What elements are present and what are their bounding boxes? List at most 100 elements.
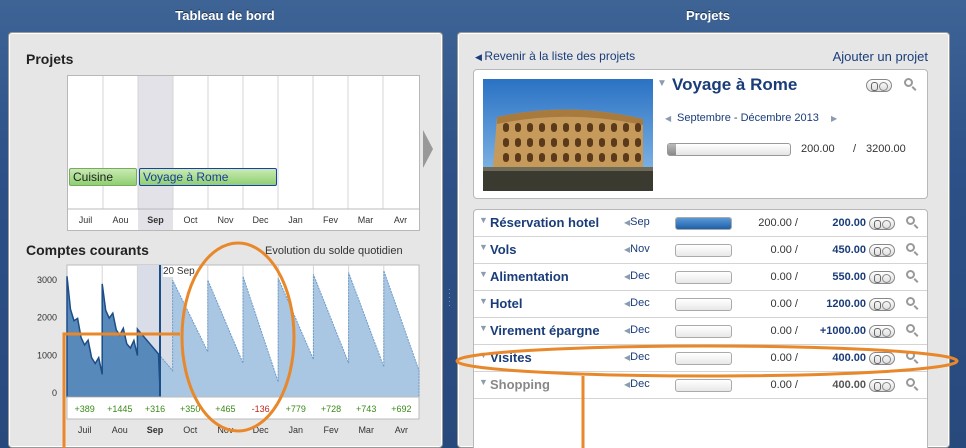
- search-icon[interactable]: [906, 243, 915, 252]
- item-month-label: Dec: [630, 270, 650, 282]
- expand-triangle-icon[interactable]: ▼: [479, 377, 488, 387]
- item-toggle[interactable]: [869, 379, 895, 392]
- back-link-label: Revenir à la liste des projets: [484, 49, 636, 63]
- item-spent: 0.00 /: [770, 298, 798, 310]
- add-project-link[interactable]: Ajouter un projet: [833, 49, 928, 64]
- item-progress: [675, 298, 732, 311]
- expand-triangle-icon[interactable]: ▼: [479, 323, 488, 333]
- project-period: Septembre - Décembre 2013: [677, 112, 819, 124]
- item-toggle[interactable]: [869, 298, 895, 311]
- chart-month-label: Aou: [112, 425, 128, 435]
- item-name: Virement épargne: [490, 323, 600, 338]
- expand-triangle-icon[interactable]: ▼: [479, 269, 488, 279]
- project-toggle[interactable]: [866, 79, 892, 92]
- monthly-delta-label: +389: [74, 404, 94, 414]
- search-icon[interactable]: [906, 351, 915, 360]
- item-name: Alimentation: [490, 269, 569, 284]
- item-spent: 200.00 /: [758, 217, 798, 229]
- chart-month-label: Sep: [147, 425, 164, 435]
- chart-month-label: Mar: [358, 425, 374, 435]
- y-tick-label: 2000: [37, 313, 57, 323]
- item-budget: 400.00: [832, 352, 866, 364]
- chart-month-label: Juil: [78, 425, 92, 435]
- item-month[interactable]: ◀Dec: [624, 324, 650, 336]
- projects-heading: Projets: [26, 51, 74, 67]
- project-progress: [667, 143, 791, 156]
- item-toggle[interactable]: [869, 217, 895, 230]
- item-progress: [675, 379, 732, 392]
- expand-triangle-icon[interactable]: ▼: [479, 350, 488, 360]
- y-tick-label: 1000: [37, 350, 57, 360]
- monthly-delta-label: +692: [391, 404, 411, 414]
- splitter-handle[interactable]: · · · · ·: [448, 286, 451, 310]
- chevron-right-icon[interactable]: [422, 129, 434, 169]
- item-spent: 0.00 /: [770, 325, 798, 337]
- monthly-delta-label: +350: [180, 404, 200, 414]
- item-month-label: Dec: [630, 297, 650, 309]
- item-progress: [675, 271, 732, 284]
- item-toggle[interactable]: [869, 352, 895, 365]
- item-progress: [675, 244, 732, 257]
- project-photo: [483, 79, 653, 191]
- item-progress-fill: [676, 218, 731, 229]
- project-bar[interactable]: Voyage à Rome: [139, 168, 277, 186]
- expand-triangle-icon[interactable]: ▼: [479, 242, 488, 252]
- project-budget: 3200.00: [866, 143, 906, 155]
- timeline-month-label: Jan: [288, 215, 303, 225]
- accounts-heading: Comptes courants: [26, 242, 149, 258]
- monthly-delta-label: +779: [286, 404, 306, 414]
- dashboard-title: Tableau de bord: [175, 8, 275, 23]
- item-month[interactable]: ◀Nov: [624, 243, 650, 255]
- monthly-delta-label: +743: [356, 404, 376, 414]
- accounts-subtitle: Evolution du solde quotidien: [265, 245, 403, 257]
- search-icon[interactable]: [904, 78, 913, 87]
- budget-item-row[interactable]: ▼ Virement épargne ◀Dec 0.00 / +1000.00: [474, 318, 927, 345]
- expand-triangle-icon[interactable]: ▼: [479, 215, 488, 225]
- expand-triangle-icon[interactable]: ▼: [479, 296, 488, 306]
- budget-item-row[interactable]: ▼ Vols ◀Nov 0.00 / 450.00: [474, 237, 927, 264]
- item-name: Shopping: [490, 377, 550, 392]
- chart-month-label: Oct: [183, 425, 198, 435]
- item-budget: 550.00: [832, 271, 866, 283]
- item-month[interactable]: ◀Dec: [624, 351, 650, 363]
- accounts-chart[interactable]: 3000 2000 1000 0 +389 +1445 +316 +350 +465 -136 +…: [9, 263, 429, 448]
- item-name: Réservation hotel: [490, 215, 600, 230]
- collapse-triangle-icon[interactable]: ▼: [657, 78, 667, 89]
- back-link[interactable]: ◀ Revenir à la liste des projets: [475, 49, 635, 63]
- accounts-chart-svg: 3000 2000 1000 0 +389 +1445 +316 +350 +465 -136 +…: [37, 264, 420, 435]
- item-toggle[interactable]: [869, 325, 895, 338]
- search-icon[interactable]: [906, 270, 915, 279]
- item-month[interactable]: ◀Sep: [624, 216, 650, 228]
- prev-period-icon[interactable]: ◀: [665, 114, 671, 123]
- timeline-month-label: Sep: [147, 215, 164, 225]
- chart-month-label: Nov: [217, 425, 234, 435]
- budget-item-row[interactable]: ▼ Shopping ◀Dec 0.00 / 400.00: [474, 372, 927, 399]
- search-icon[interactable]: [906, 297, 915, 306]
- search-icon[interactable]: [906, 216, 915, 225]
- budget-item-row[interactable]: ▼ Visites ◀Dec 0.00 / 400.00: [474, 345, 927, 372]
- item-name: Vols: [490, 242, 517, 257]
- back-arrow-icon: ◀: [475, 52, 485, 62]
- timeline-month-label: Oct: [183, 215, 198, 225]
- project-bar[interactable]: Cuisine: [69, 168, 137, 186]
- item-month[interactable]: ◀Dec: [624, 378, 650, 390]
- monthly-delta-label: +1445: [107, 404, 132, 414]
- item-toggle[interactable]: [869, 244, 895, 257]
- budget-item-row[interactable]: ▼ Alimentation ◀Dec 0.00 / 550.00: [474, 264, 927, 291]
- item-budget: 1200.00: [826, 298, 866, 310]
- item-name: Hotel: [490, 296, 523, 311]
- item-month[interactable]: ◀Dec: [624, 297, 650, 309]
- chart-month-label: Avr: [395, 425, 408, 435]
- timeline-month-label: Avr: [394, 215, 407, 225]
- next-period-icon[interactable]: ▶: [831, 114, 837, 123]
- item-name: Visites: [490, 350, 532, 365]
- projects-timeline[interactable]: Juil Aou Sep Oct Nov Dec Jan Fev Mar Avr Cuisine V…: [67, 75, 420, 231]
- item-toggle[interactable]: [869, 271, 895, 284]
- timeline-month-label: Juil: [79, 215, 93, 225]
- budget-item-row[interactable]: ▼ Hotel ◀Dec 0.00 / 1200.00: [474, 291, 927, 318]
- item-month[interactable]: ◀Dec: [624, 270, 650, 282]
- search-icon[interactable]: [906, 324, 915, 333]
- search-icon[interactable]: [906, 378, 915, 387]
- budget-item-row[interactable]: ▼ Réservation hotel ◀Sep 200.00 / 200.00: [474, 210, 927, 237]
- item-progress: [675, 217, 732, 230]
